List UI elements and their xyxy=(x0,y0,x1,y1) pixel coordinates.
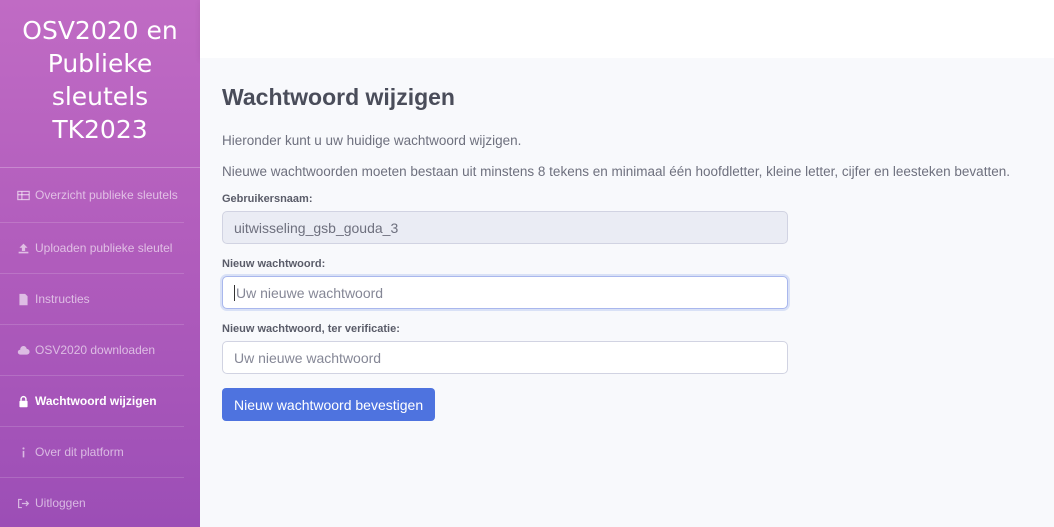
password-rules-text: Nieuwe wachtwoorden moeten bestaan uit m… xyxy=(222,164,1010,179)
sidebar-nav: Overzicht publieke sleutels Uploaden pub… xyxy=(0,168,200,527)
verify-password-label: Nieuw wachtwoord, ter verificatie: xyxy=(222,323,400,335)
sidebar-item-over[interactable]: Over dit platform xyxy=(0,427,184,478)
sidebar-item-uploaden[interactable]: Uploaden publieke sleutel xyxy=(0,223,184,274)
username-label: Gebruikersnaam: xyxy=(222,193,313,205)
sidebar-item-label: Over dit platform xyxy=(35,445,124,459)
sidebar-item-label: OSV2020 downloaden xyxy=(35,343,156,357)
brand-line: TK2023 xyxy=(52,115,148,144)
sidebar-item-downloaden[interactable]: OSV2020 downloaden xyxy=(0,325,184,376)
new-password-input[interactable]: Uw nieuwe wachtwoord xyxy=(222,276,788,309)
sidebar-item-instructies[interactable]: Instructies xyxy=(0,274,184,325)
main-content: Wachtwoord wijzigen Hieronder kunt u uw … xyxy=(222,58,1054,421)
verify-password-placeholder: Uw nieuwe wachtwoord xyxy=(234,349,382,366)
username-group: Gebruikersnaam: uitwisseling_gsb_gouda_3 xyxy=(222,193,1054,244)
info-icon xyxy=(16,445,30,459)
page-title: Wachtwoord wijzigen xyxy=(222,84,455,110)
lock-icon xyxy=(16,394,30,408)
verify-password-input[interactable]: Uw nieuwe wachtwoord xyxy=(222,341,788,374)
upload-icon xyxy=(16,241,30,255)
sidebar-item-label: Overzicht publieke sleutels xyxy=(35,188,178,202)
brand-line: sleutels xyxy=(51,82,149,111)
sidebar-brand[interactable]: OSV2020 en Publieke sleutels TK2023 xyxy=(0,0,200,168)
sidebar: OSV2020 en Publieke sleutels TK2023 Over… xyxy=(0,0,200,527)
sidebar-item-label: Uploaden publieke sleutel xyxy=(35,241,173,255)
brand-line: Publieke xyxy=(47,49,153,78)
new-password-placeholder: Uw nieuwe wachtwoord xyxy=(236,284,384,301)
file-icon xyxy=(16,292,30,306)
sidebar-item-uitloggen[interactable]: Uitloggen xyxy=(0,478,184,527)
sidebar-item-label: Instructies xyxy=(35,292,90,306)
new-password-label: Nieuw wachtwoord: xyxy=(222,258,326,270)
topbar xyxy=(200,0,1054,58)
intro-text: Hieronder kunt u uw huidige wachtwoord w… xyxy=(222,133,522,148)
username-field: uitwisseling_gsb_gouda_3 xyxy=(222,211,788,244)
username-value: uitwisseling_gsb_gouda_3 xyxy=(234,219,399,236)
sidebar-item-label: Uitloggen xyxy=(35,496,86,510)
sidebar-item-wachtwoord[interactable]: Wachtwoord wijzigen xyxy=(0,376,184,427)
page: OSV2020 en Publieke sleutels TK2023 Over… xyxy=(0,0,1054,527)
sidebar-item-label: Wachtwoord wijzigen xyxy=(35,394,157,408)
sign-out-icon xyxy=(16,496,30,510)
verify-password-group: Nieuw wachtwoord, ter verificatie: Uw ni… xyxy=(222,323,1054,374)
confirm-password-button[interactable]: Nieuw wachtwoord bevestigen xyxy=(222,388,436,421)
brand-line: OSV2020 en xyxy=(22,16,178,45)
cloud-icon xyxy=(16,343,30,357)
text-caret xyxy=(234,284,235,301)
new-password-group: Nieuw wachtwoord: Uw nieuwe wachtwoord xyxy=(222,258,1054,309)
table-icon xyxy=(16,188,30,202)
sidebar-item-overzicht[interactable]: Overzicht publieke sleutels xyxy=(0,168,184,223)
